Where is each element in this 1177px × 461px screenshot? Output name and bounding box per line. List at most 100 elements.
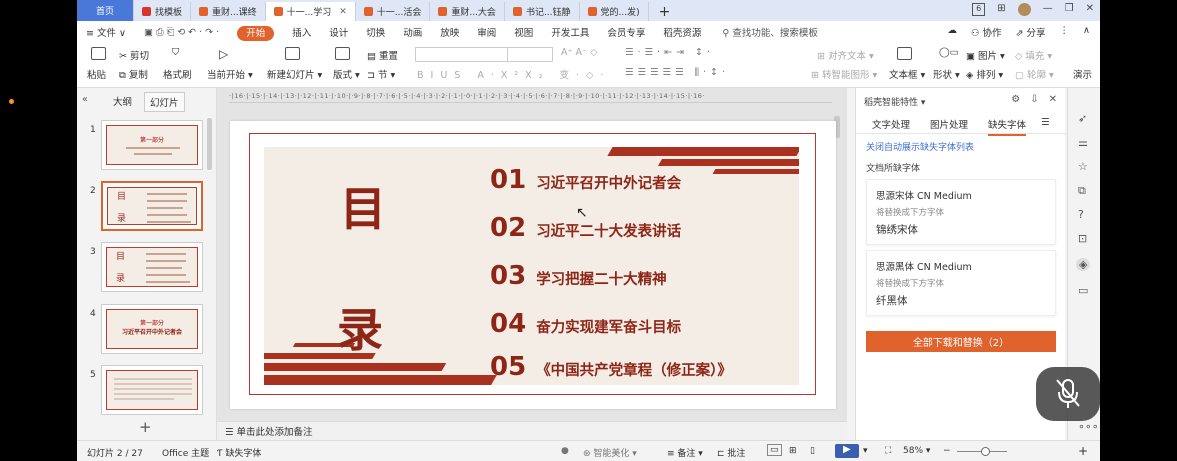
collapse-ribbon-icon[interactable]: ∧ xyxy=(1083,25,1090,39)
quick-access-icons[interactable]: ▣ ⎙ ⎗ ⟲ ↶ · ↷ · xyxy=(135,27,228,38)
zoom-level[interactable]: 58% ▾ xyxy=(903,446,930,456)
file-menu[interactable]: ≡ 文件 ∨ xyxy=(77,25,135,39)
sliders-icon[interactable]: ⚌ xyxy=(1078,136,1088,149)
play-icon[interactable]: ▷ xyxy=(219,47,228,61)
font-size-icons[interactable]: A⁺ A⁻ ◇ xyxy=(561,47,597,58)
tab-slides[interactable]: 幻灯片 xyxy=(144,92,185,112)
align-text-button[interactable]: ⊞ 对齐文本 ▾ xyxy=(817,48,874,62)
shape-button[interactable]: 形状 ▾ xyxy=(933,67,960,81)
menu-insert[interactable]: 插入 xyxy=(283,25,320,39)
tab-outline[interactable]: 大纲 xyxy=(113,94,132,108)
tab-home[interactable]: 首页 xyxy=(77,0,134,21)
smartart-button[interactable]: ⊞ 转智能图形 ▾ xyxy=(811,67,877,81)
layout-button[interactable]: 版式 ▾ xyxy=(333,67,360,81)
menu-docer[interactable]: 稻壳资源 xyxy=(654,25,710,39)
download-replace-all-button[interactable]: 全部下载和替换（2） xyxy=(866,331,1056,352)
rocket-icon[interactable]: ➶ xyxy=(1078,112,1087,125)
share-button[interactable]: ⇗ 分享 xyxy=(1016,25,1046,39)
tab-doc-1[interactable]: 重财...课终 xyxy=(191,2,266,21)
collab-button[interactable]: ⚇ 协作 xyxy=(971,25,1002,39)
help-icon[interactable]: ? xyxy=(1078,208,1084,221)
menu-transition[interactable]: 切换 xyxy=(357,25,394,39)
new-slide-button[interactable]: 新建幻灯片 ▾ xyxy=(267,67,322,81)
font-size-input[interactable] xyxy=(507,47,553,62)
missing-font-card-2[interactable]: 思源黑体 CN Medium 将替换成下方字体 纤黑体 xyxy=(866,250,1056,316)
copy-panel-icon[interactable]: ⧉ xyxy=(1078,184,1086,198)
collapse-panel-icon[interactable]: « xyxy=(82,94,88,105)
outline-button[interactable]: ▢ 轮廓 ▾ xyxy=(1015,67,1054,81)
menu-animation[interactable]: 动画 xyxy=(394,25,431,39)
tab-image-processing[interactable]: 图片处理 xyxy=(930,117,968,131)
more-dots-icon[interactable]: ∘∘∘ xyxy=(1078,420,1099,433)
sorter-view-icon[interactable]: ⊞ xyxy=(789,446,797,456)
slide-thumbnail-4[interactable]: 4 第一部分 习近平召开中外记者会 xyxy=(77,304,212,360)
menu-developer[interactable]: 开发工具 xyxy=(542,25,598,39)
settings-icon[interactable]: ⚙ xyxy=(1011,94,1020,105)
comments-button[interactable]: ⊏ 批注 xyxy=(717,446,745,459)
panel-menu-icon[interactable]: ☰ xyxy=(1041,117,1050,128)
dot-icon[interactable]: ● xyxy=(561,446,569,456)
tab-missing-fonts[interactable]: 缺失字体 xyxy=(988,117,1027,136)
badge-icon[interactable]: 6 xyxy=(972,3,986,16)
search-box[interactable]: ⚲ 查找功能、搜索模板 xyxy=(722,25,818,39)
textbox-icon[interactable] xyxy=(897,47,912,60)
fit-icon[interactable]: ⛶ xyxy=(885,446,891,456)
arrange-button[interactable]: ◈ 排列 ▾ xyxy=(966,67,1003,81)
zoom-out-button[interactable]: − xyxy=(943,446,951,456)
tab-doc-3[interactable]: 十一...活会 xyxy=(356,2,431,21)
menu-review[interactable]: 审阅 xyxy=(468,25,505,39)
star-icon[interactable]: ☆ xyxy=(1078,160,1088,173)
minimize-icon[interactable]: — xyxy=(1043,3,1053,16)
grid-icon[interactable]: ⊞ xyxy=(997,3,1005,16)
paste-icon[interactable] xyxy=(91,47,106,60)
avatar[interactable] xyxy=(1017,3,1031,16)
more-icon[interactable]: ⋮ xyxy=(1060,25,1070,39)
zoom-slider-knob[interactable] xyxy=(981,447,990,456)
notes-button[interactable]: ≡ 备注 ▾ xyxy=(667,446,703,459)
copy-button[interactable]: ⧉ 复制 xyxy=(119,67,148,81)
restore-icon[interactable]: ❐ xyxy=(1065,3,1074,16)
missing-font-card-1[interactable]: 思源宋体 CN Medium 将替换成下方字体 锦绣宋体 xyxy=(866,179,1056,245)
from-current-button[interactable]: 当前开始 ▾ xyxy=(207,67,253,81)
close-panel-icon[interactable]: ✕ xyxy=(1049,94,1057,105)
close-tab-icon[interactable]: ✕ xyxy=(339,7,347,17)
section-button[interactable]: ⊐ 节 ▾ xyxy=(367,67,395,81)
cut-button[interactable]: ✂ 剪切 xyxy=(119,48,149,62)
thumbnail-scrollbar[interactable] xyxy=(207,118,212,170)
present-button[interactable]: 演示 xyxy=(1073,67,1092,81)
tab-doc-active[interactable]: 十一...学习 ✕ xyxy=(265,2,356,21)
play-options-icon[interactable]: ▾ xyxy=(863,446,868,456)
zoom-in-button[interactable]: + xyxy=(1078,444,1088,458)
slide-thumbnail-5[interactable]: 5 xyxy=(77,365,212,421)
sync-icon[interactable]: ☁ xyxy=(947,25,957,39)
slideshow-play-button[interactable]: ▶ xyxy=(835,444,859,458)
format-painter-icon[interactable]: ⛉ xyxy=(172,47,179,58)
missing-font-status[interactable]: Ƭ 缺失字体 xyxy=(217,446,261,459)
tab-doc-5[interactable]: 书记...钰静 xyxy=(505,2,580,21)
picture-button[interactable]: ▣ 图片 ▾ xyxy=(966,48,1005,62)
shape-icon[interactable]: ◯▭ xyxy=(939,47,959,58)
slide-canvas[interactable]: 目 录 01 习近平召开中外记者会 02 习近平二十大发表讲话 03 学习把握二十大精… xyxy=(230,121,836,409)
align-icons[interactable]: ☰☰☰☰☰ ⫼·↕· xyxy=(625,67,729,78)
tab-doc-4[interactable]: 重财...大会 xyxy=(430,2,505,21)
add-tab-button[interactable]: + xyxy=(649,2,681,21)
format-painter-button[interactable]: 格式刷 xyxy=(163,67,192,81)
normal-view-icon[interactable]: ▭ xyxy=(767,444,782,456)
smart-icon[interactable]: ◈ xyxy=(1076,258,1091,271)
menu-slideshow[interactable]: 放映 xyxy=(431,25,468,39)
beautify-button[interactable]: ⊛ 智能美化 ▾ xyxy=(583,446,637,459)
list-icons[interactable]: ☰·☰·⇤⇥ ↕· xyxy=(625,47,714,58)
menu-start[interactable]: 开始 xyxy=(228,25,283,41)
menu-view[interactable]: 视图 xyxy=(505,25,542,39)
pin-icon[interactable]: ⇩ xyxy=(1030,94,1038,105)
close-window-icon[interactable]: ✕ xyxy=(1086,3,1094,16)
reset-button[interactable]: ▤ 重置 xyxy=(367,48,398,62)
fill-button[interactable]: ◇ 填充 ▾ xyxy=(1015,48,1052,62)
tab-template[interactable]: 找模板 xyxy=(134,2,192,21)
slide-thumbnail-3[interactable]: 3 目 录 xyxy=(77,242,212,298)
menu-member[interactable]: 会员专享 xyxy=(598,25,654,39)
text-format-icons[interactable]: BIUS A·X²X₂ 变·◇· xyxy=(417,67,610,81)
panel-title[interactable]: 稻壳智能特性 ▾ xyxy=(864,95,925,108)
notes-area[interactable]: ☰ 单击此处添加备注 xyxy=(217,421,847,440)
add-slide-icon[interactable]: + xyxy=(139,418,152,436)
